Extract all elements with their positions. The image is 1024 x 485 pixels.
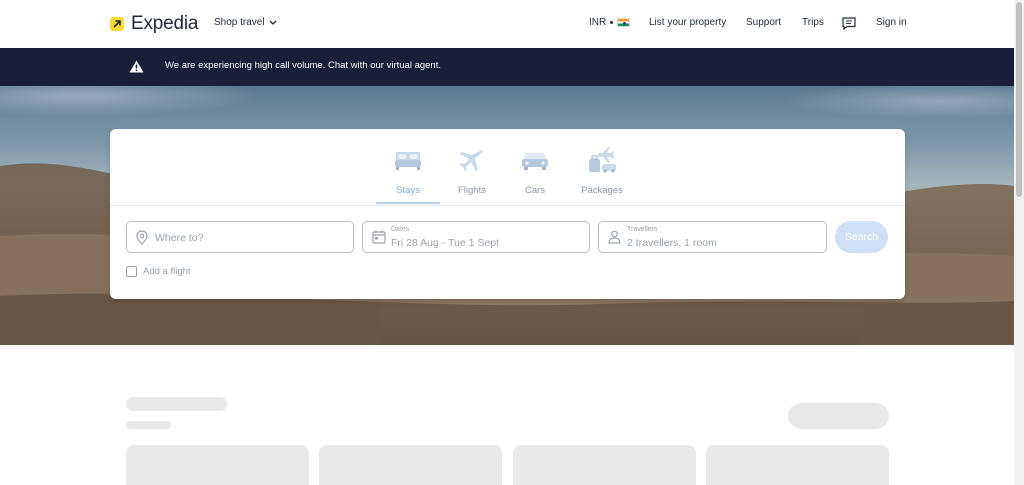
shop-travel-label: Shop travel (214, 17, 265, 28)
alert-banner: We are experiencing high call volume. Ch… (0, 48, 1014, 86)
currency-selector[interactable]: INR (589, 17, 631, 28)
skeleton-card (513, 445, 696, 485)
support-link[interactable]: Support (746, 17, 781, 28)
packages-icon (570, 143, 634, 177)
sign-in-link[interactable]: Sign in (876, 17, 907, 28)
shop-travel-menu[interactable]: Shop travel (214, 17, 277, 28)
skeleton-title (126, 397, 227, 411)
separator-dot (610, 21, 614, 24)
tab-flights[interactable]: Flights (440, 143, 504, 196)
travellers-value: 2 travellers, 1 room (627, 237, 717, 249)
trips-link[interactable]: Trips (802, 17, 824, 28)
skeleton-subtitle (126, 421, 171, 429)
travellers-field[interactable]: Travellers 2 travellers, 1 room (598, 221, 827, 253)
tab-stays-label: Stays (396, 185, 420, 196)
add-flight-label: Add a flight (143, 266, 191, 277)
expedia-logo-icon (110, 17, 124, 31)
add-flight-checkbox[interactable] (126, 266, 137, 277)
warning-icon (129, 60, 144, 78)
person-icon (608, 230, 621, 249)
search-button[interactable]: Search (835, 221, 888, 253)
expedia-logo[interactable]: Expedia (110, 13, 198, 35)
chat-icon[interactable] (842, 17, 856, 35)
search-tabs: Stays Flights Cars Packages (110, 129, 905, 206)
alert-message[interactable]: We are experiencing high call volume. Ch… (165, 60, 441, 71)
bed-icon (376, 143, 440, 177)
location-pin-icon (136, 230, 148, 250)
tab-cars[interactable]: Cars (503, 143, 567, 196)
dates-value: Fri 28 Aug - Tue 1 Sept (391, 237, 499, 249)
tab-packages[interactable]: Packages (570, 143, 634, 196)
brand-name: Expedia (131, 13, 199, 34)
dates-label: Dates (391, 226, 410, 233)
calendar-icon (372, 230, 386, 249)
destination-field[interactable]: Where to? (126, 221, 354, 253)
india-flag-icon (617, 18, 631, 27)
car-icon (503, 143, 567, 177)
currency-label: INR (589, 17, 607, 28)
skeleton-card (319, 445, 502, 485)
skeleton-button (788, 403, 889, 429)
skeleton-card (706, 445, 889, 485)
skeleton-card (126, 445, 309, 485)
top-header: Expedia Shop travel INR List your proper… (0, 0, 1014, 48)
scrollbar-thumb[interactable] (1016, 2, 1022, 197)
chevron-down-icon (269, 20, 277, 25)
plane-icon (440, 143, 504, 177)
dates-field[interactable]: Dates Fri 28 Aug - Tue 1 Sept (362, 221, 590, 253)
tab-cars-label: Cars (524, 185, 546, 196)
tab-flights-label: Flights (458, 185, 486, 196)
tab-stays[interactable]: Stays (376, 143, 440, 196)
search-card: Stays Flights Cars Packages Where to? Da… (110, 129, 905, 299)
travellers-label: Travellers (627, 226, 658, 233)
destination-placeholder: Where to? (155, 232, 204, 244)
add-flight-option[interactable]: Add a flight (126, 266, 191, 277)
active-tab-indicator (376, 202, 440, 204)
list-property-link[interactable]: List your property (649, 17, 726, 28)
tab-packages-label: Packages (581, 185, 623, 196)
